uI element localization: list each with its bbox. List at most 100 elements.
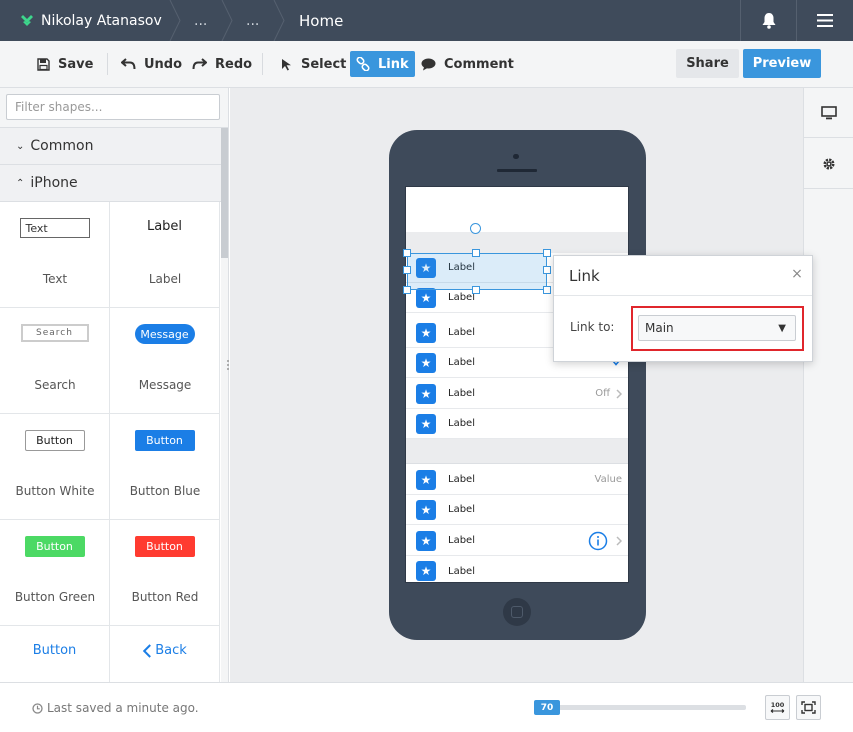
- monitor-icon: [821, 105, 837, 119]
- panel-resize-handle-icon[interactable]: [226, 358, 230, 372]
- shape-preview-button-green: Button: [24, 536, 85, 557]
- link-popup-title: Link: [554, 256, 812, 296]
- device-view-button[interactable]: [804, 88, 853, 138]
- star-icon: ★: [416, 531, 436, 551]
- shape-button-green[interactable]: Button Button Green: [0, 520, 110, 626]
- breadcrumb-separator-icon: [169, 0, 181, 41]
- shape-preview-button-red: Button: [134, 536, 195, 557]
- star-icon: ★: [416, 414, 436, 434]
- star-icon: ★: [416, 384, 436, 404]
- breadcrumb-separator-icon: [221, 0, 233, 41]
- shapes-scrollbar-thumb[interactable]: [221, 128, 228, 258]
- link-popup: Link × Link to: Main ▼: [553, 255, 813, 362]
- chevron-right-icon: [616, 535, 622, 546]
- shape-message[interactable]: Message Message: [110, 308, 220, 414]
- section-iphone-header[interactable]: ⌃ iPhone: [0, 165, 221, 202]
- star-icon: ★: [416, 323, 436, 343]
- row-detail: [588, 531, 622, 551]
- undo-icon: [121, 58, 136, 70]
- save-button[interactable]: Save: [37, 51, 93, 77]
- table-row[interactable]: ★ Label: [406, 409, 628, 439]
- table-group-gap: [406, 439, 628, 464]
- link-chain-icon: [356, 57, 370, 71]
- table-row[interactable]: ★ Label: [406, 495, 628, 525]
- phone-screen[interactable]: ★ Label ★ Label ★ Label ★ Label ★ Label …: [405, 186, 629, 583]
- table-row[interactable]: ★ Label: [406, 526, 628, 556]
- shape-caption: Search: [34, 378, 76, 392]
- shape-preview-message: Message: [134, 324, 195, 344]
- shape-button-blue[interactable]: Button Button Blue: [110, 414, 220, 520]
- breadcrumb-separator-icon: [273, 0, 285, 41]
- close-icon[interactable]: ×: [790, 267, 804, 281]
- star-icon: ★: [416, 470, 436, 490]
- share-button[interactable]: Share: [676, 49, 739, 78]
- resize-handle[interactable]: [543, 249, 551, 257]
- chevron-left-icon: [142, 643, 151, 658]
- shape-preview-search: Search: [20, 324, 89, 342]
- section-common-header[interactable]: ⌄ Common: [0, 128, 221, 165]
- zoom-100-button[interactable]: 100: [765, 695, 790, 720]
- resize-handle[interactable]: [543, 266, 551, 274]
- breadcrumb-item-1[interactable]: ...: [194, 0, 207, 41]
- resize-handle[interactable]: [472, 249, 480, 257]
- redo-button[interactable]: Redo: [192, 51, 252, 77]
- svg-text:100: 100: [771, 701, 785, 709]
- user-name: Nikolay Atanasov: [41, 12, 162, 29]
- table-row[interactable]: ★ Label Value: [406, 465, 628, 495]
- resize-handle[interactable]: [543, 286, 551, 294]
- phone-home-button: [503, 598, 531, 626]
- shape-caption: Message: [138, 378, 192, 392]
- selection-box[interactable]: [407, 253, 547, 290]
- row-detail: Off: [595, 388, 622, 399]
- shape-preview-text: Text: [19, 218, 90, 238]
- settings-button[interactable]: [804, 139, 853, 189]
- shape-button-white[interactable]: Button Button White: [0, 414, 110, 520]
- star-icon: ★: [416, 561, 436, 581]
- shape-label[interactable]: Label Label: [110, 202, 220, 308]
- clock-icon: [32, 702, 43, 714]
- undo-button[interactable]: Undo: [121, 51, 182, 77]
- shape-caption: Button Blue: [129, 484, 201, 498]
- user-menu[interactable]: Nikolay Atanasov: [0, 0, 172, 41]
- select-tool-button[interactable]: Select: [281, 51, 346, 77]
- shape-caption: Label: [148, 272, 182, 286]
- right-panel: [803, 88, 853, 682]
- chevron-up-icon: ⌃: [16, 177, 25, 189]
- resize-handle[interactable]: [403, 286, 411, 294]
- shape-button-link[interactable]: Button: [0, 626, 110, 682]
- main-menu-button[interactable]: [796, 0, 853, 41]
- app-logo-icon: [21, 14, 33, 26]
- table-row[interactable]: ★ Label: [406, 556, 628, 582]
- fit-to-screen-button[interactable]: [796, 695, 821, 720]
- shape-text[interactable]: Text Text: [0, 202, 110, 308]
- resize-handle[interactable]: [472, 286, 480, 294]
- resize-handle[interactable]: [403, 249, 411, 257]
- top-bar: Nikolay Atanasov ... ... Home: [0, 0, 853, 41]
- resize-handle[interactable]: [403, 266, 411, 274]
- toolbar: Save Undo Redo Select Link Comment Share…: [0, 41, 853, 88]
- star-icon: ★: [416, 288, 436, 308]
- chevron-right-icon: [616, 388, 622, 399]
- link-tool-button[interactable]: Link: [350, 51, 415, 77]
- shape-search[interactable]: Search Search: [0, 308, 110, 414]
- dropdown-caret-icon: ▼: [778, 323, 786, 334]
- preview-button[interactable]: Preview: [743, 49, 821, 78]
- bell-icon: [762, 13, 775, 29]
- filter-shapes-input[interactable]: [6, 94, 220, 120]
- shape-preview-button-white: Button: [24, 430, 85, 451]
- table-row[interactable]: ★ Label Off: [406, 379, 628, 409]
- link-target-select[interactable]: Main ▼: [638, 315, 796, 341]
- breadcrumb-item-2[interactable]: ...: [246, 0, 259, 41]
- table-group-gap: [406, 232, 628, 253]
- star-icon: ★: [416, 353, 436, 373]
- shape-back[interactable]: Back: [110, 626, 220, 682]
- info-icon[interactable]: [588, 531, 608, 551]
- notifications-button[interactable]: [740, 0, 796, 41]
- rotate-handle[interactable]: [470, 223, 481, 234]
- last-saved-status: Last saved a minute ago.: [32, 701, 199, 715]
- zoom-slider-handle[interactable]: 70: [534, 700, 560, 715]
- zoom-slider[interactable]: [534, 705, 746, 710]
- comment-tool-button[interactable]: Comment: [421, 51, 514, 77]
- hamburger-menu-icon: [817, 14, 833, 27]
- shape-button-red[interactable]: Button Button Red: [110, 520, 220, 626]
